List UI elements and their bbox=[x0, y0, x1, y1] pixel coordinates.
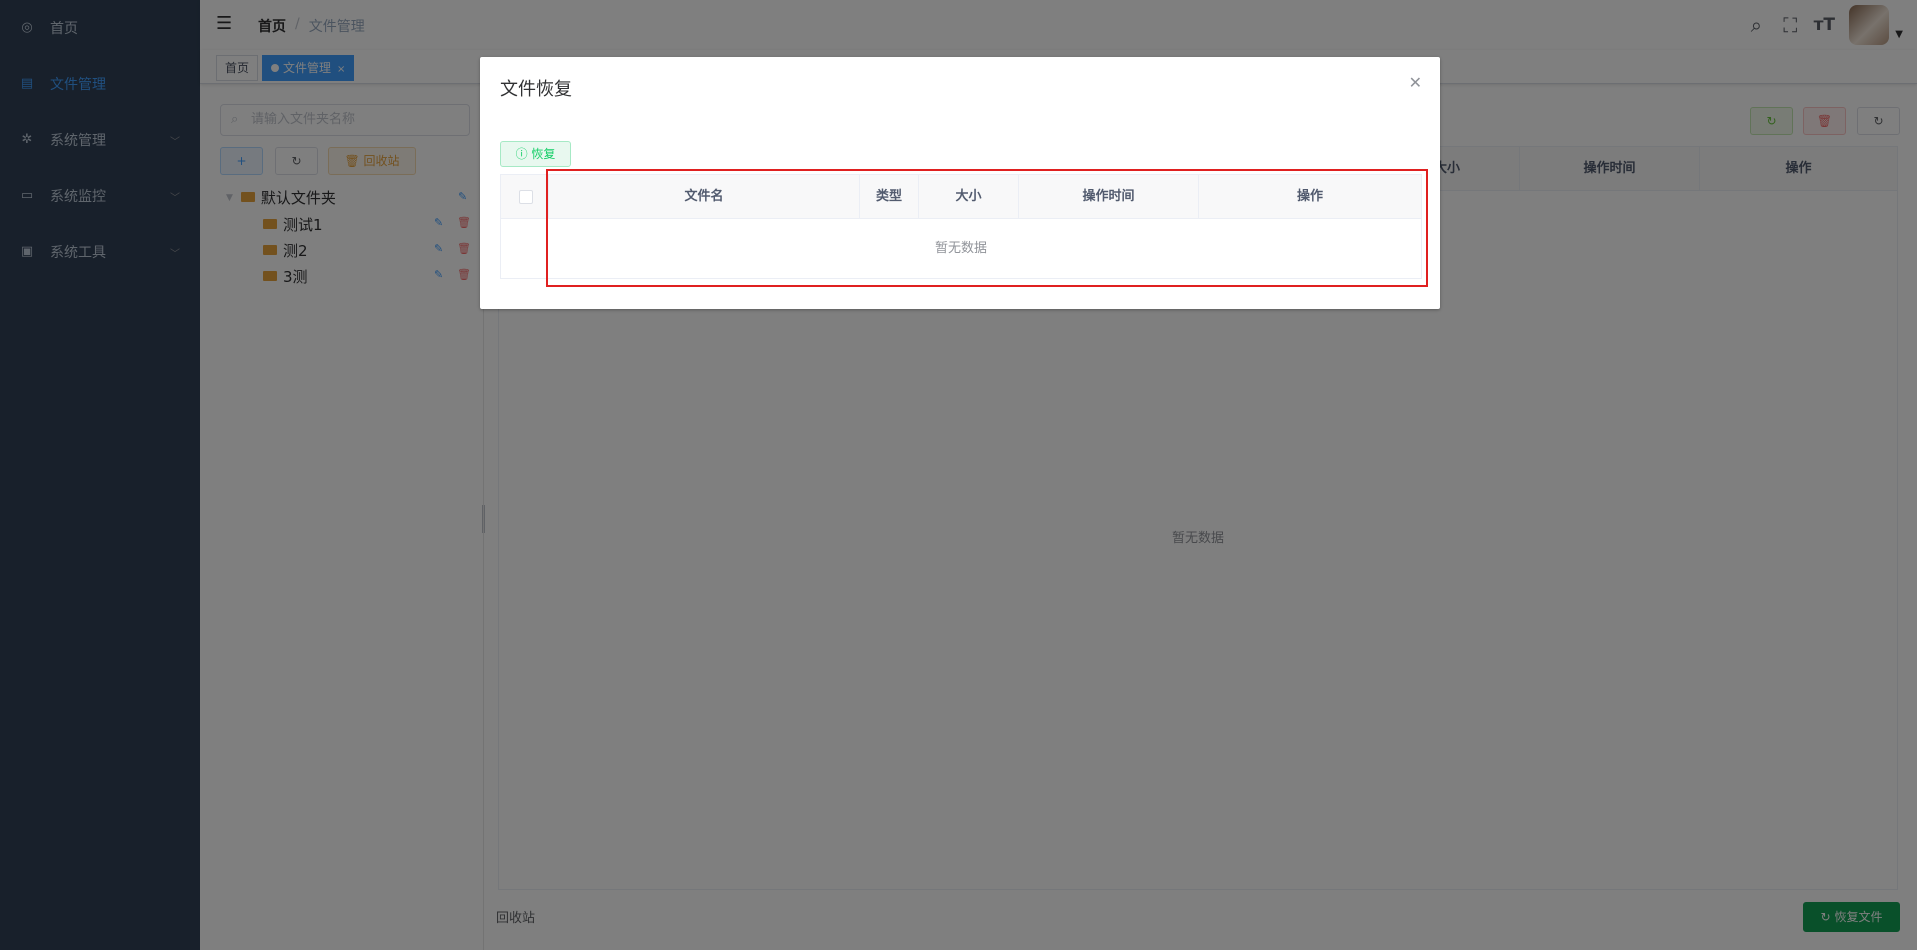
highlight-box bbox=[546, 169, 1428, 287]
select-all-cell bbox=[501, 175, 549, 219]
close-icon[interactable]: ✕ bbox=[1409, 73, 1422, 92]
select-all-checkbox[interactable] bbox=[519, 190, 533, 204]
restore-button[interactable]: ⓘ 恢复 bbox=[500, 141, 571, 167]
restore-label: 恢复 bbox=[531, 147, 556, 161]
info-icon: ⓘ bbox=[515, 147, 528, 161]
dialog-title: 文件恢复 bbox=[500, 79, 572, 100]
